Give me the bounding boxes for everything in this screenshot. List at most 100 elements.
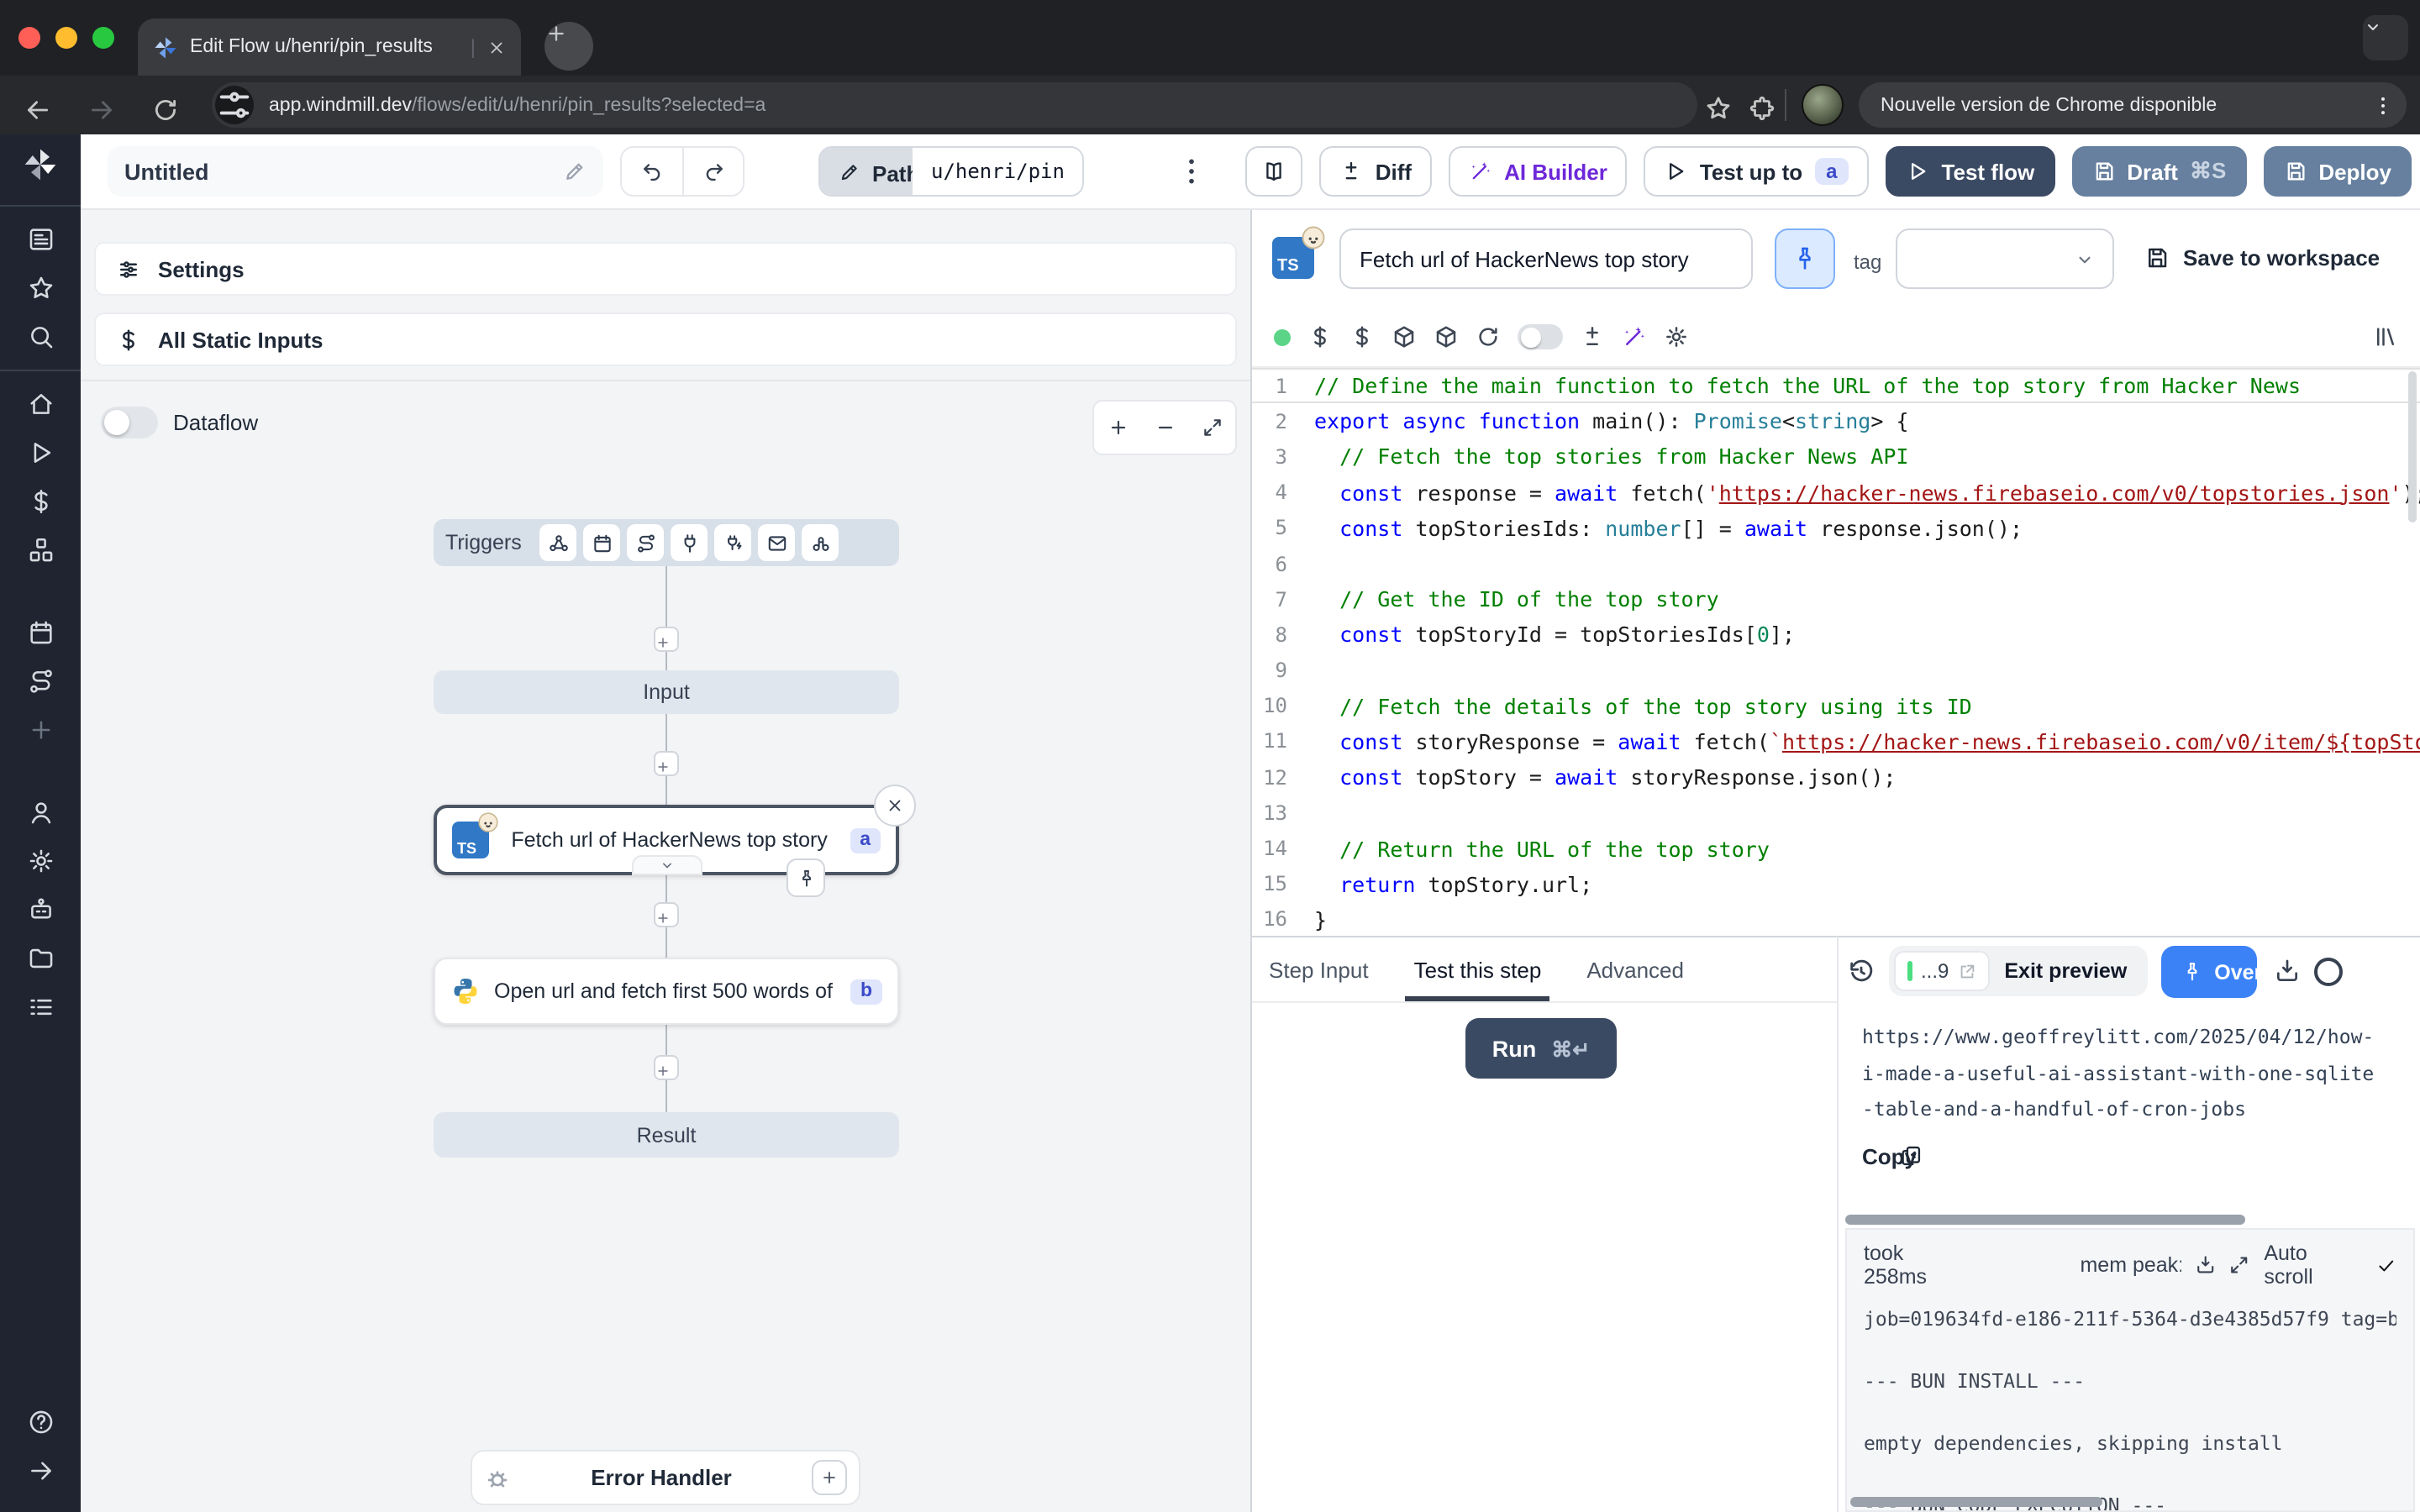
add-error-handler-button[interactable] xyxy=(812,1460,847,1495)
sidebar-item-play[interactable] xyxy=(12,428,69,477)
sidebar-item-boxes[interactable] xyxy=(12,526,69,575)
add-step-button[interactable] xyxy=(654,751,679,776)
trigger-webhook-button[interactable] xyxy=(540,524,577,561)
sidebar-item-feed[interactable] xyxy=(12,215,69,264)
code-line[interactable]: 7 // Get the ID of the top story xyxy=(1252,581,2420,617)
more-options-button[interactable] xyxy=(1176,155,1209,188)
sidebar-item-star[interactable] xyxy=(12,264,69,312)
sidebar-item-home[interactable] xyxy=(12,380,69,428)
code-line[interactable]: 11 const storyResponse = await fetch(`ht… xyxy=(1252,724,2420,759)
flow-name-box[interactable]: Untitled xyxy=(108,146,603,197)
ai-builder-button[interactable]: AI Builder xyxy=(1449,146,1628,197)
job-badge[interactable]: ...9 xyxy=(1894,951,1989,991)
browser-menu-icon[interactable] xyxy=(2371,93,2395,117)
trigger-plug-button[interactable] xyxy=(671,524,708,561)
variables-button[interactable] xyxy=(1307,324,1333,349)
diff-button[interactable]: Diff xyxy=(1320,146,1432,197)
settings-row[interactable]: Settings xyxy=(94,242,1237,296)
step-node-a[interactable]: TS Fetch url of HackerNews top story a xyxy=(434,805,899,875)
expand-logs-icon[interactable] xyxy=(2229,1253,2250,1277)
triggers-node[interactable]: Triggers xyxy=(434,519,899,566)
trigger-calendar-button[interactable] xyxy=(584,524,621,561)
code-line[interactable]: 10 // Fetch the details of the top story… xyxy=(1252,688,2420,723)
sidebar-item-route[interactable] xyxy=(12,657,69,706)
check-icon[interactable] xyxy=(2376,1254,2396,1276)
clipped-icon[interactable] xyxy=(2313,957,2342,985)
horizontal-scrollbar[interactable] xyxy=(1845,1215,2245,1225)
sidebar-item-list[interactable] xyxy=(12,983,69,1032)
input-node[interactable]: Input xyxy=(434,670,899,714)
sidebar-item-search[interactable] xyxy=(12,312,69,361)
library-button[interactable] xyxy=(2373,324,2398,349)
dataflow-toggle[interactable] xyxy=(101,407,158,438)
pencil-icon[interactable] xyxy=(563,160,587,183)
trigger-poll-button[interactable] xyxy=(802,524,839,561)
sidebar-item-help[interactable] xyxy=(12,1398,69,1446)
redo-button[interactable] xyxy=(682,148,743,195)
download-result-icon[interactable] xyxy=(2273,958,2300,984)
extensions-icon[interactable] xyxy=(1748,94,1776,123)
download-logs-icon[interactable] xyxy=(2194,1253,2215,1277)
result-node[interactable]: Result xyxy=(434,1112,899,1158)
zoom-in-button[interactable] xyxy=(1107,417,1128,438)
delete-step-button[interactable] xyxy=(874,785,916,827)
static-inputs-row[interactable]: All Static Inputs xyxy=(94,312,1237,366)
editor-settings-button[interactable] xyxy=(1664,324,1689,349)
add-step-button[interactable] xyxy=(654,902,679,927)
browser-tab[interactable]: Edit Flow u/henri/pin_results | xyxy=(138,18,521,76)
lockfile-button[interactable] xyxy=(1434,324,1459,349)
code-line[interactable]: 1// Define the main function to fetch th… xyxy=(1252,368,2420,403)
pin-step-button[interactable] xyxy=(1775,228,1835,289)
sidebar-item-gear[interactable] xyxy=(12,837,69,885)
sidebar-item-folder[interactable] xyxy=(12,934,69,983)
reset-button[interactable] xyxy=(1476,324,1501,349)
tab-step-input[interactable]: Step Input xyxy=(1269,958,1369,1001)
sidebar-item-dollar[interactable] xyxy=(12,477,69,526)
test-flow-button[interactable]: Test flow xyxy=(1886,146,2055,197)
code-line[interactable]: 2export async function main(): Promise<s… xyxy=(1252,403,2420,438)
chrome-update-button[interactable]: Nouvelle version de Chrome disponible xyxy=(1859,82,2407,128)
code-line[interactable]: 9 xyxy=(1252,653,2420,688)
fit-view-button[interactable] xyxy=(1201,417,1223,438)
close-window-button[interactable] xyxy=(18,27,40,49)
path-group[interactable]: Path u/henri/pin xyxy=(818,146,1085,197)
tab-test-this-step[interactable]: Test this step xyxy=(1414,958,1542,1001)
code-line[interactable]: 12 const topStory = await storyResponse.… xyxy=(1252,759,2420,795)
step-name-input[interactable] xyxy=(1339,228,1753,289)
pinned-indicator[interactable] xyxy=(786,858,825,897)
package-button[interactable] xyxy=(1392,324,1417,349)
trigger-mail-button[interactable] xyxy=(759,524,796,561)
tab-advanced[interactable]: Advanced xyxy=(1586,958,1684,1001)
editor-scrollbar[interactable] xyxy=(2408,371,2417,522)
code-line[interactable]: 4 const response = await fetch('https://… xyxy=(1252,475,2420,510)
code-line[interactable]: 3 // Fetch the top stories from Hacker N… xyxy=(1252,439,2420,475)
copy-button[interactable]: Copy xyxy=(1839,1128,2420,1182)
back-button[interactable] xyxy=(24,96,52,124)
diff-mode-button[interactable] xyxy=(1580,324,1605,349)
url-text[interactable]: app.windmill.dev/flows/edit/u/henri/pin_… xyxy=(269,95,765,115)
horizontal-scrollbar[interactable] xyxy=(1850,1497,2102,1507)
exit-preview-button[interactable]: Exit preview xyxy=(2004,959,2142,983)
test-up-to-button[interactable]: Test up toa xyxy=(1644,146,1870,197)
draft-button[interactable]: Draft⌘S xyxy=(2071,146,2246,197)
window-controls[interactable] xyxy=(18,27,114,49)
run-button[interactable]: Run ⌘↵ xyxy=(1465,1018,1617,1079)
step-node-b[interactable]: Open url and fetch first 500 words of ..… xyxy=(434,958,899,1025)
code-line[interactable]: 8 const topStoryId = topStoriesIds[0]; xyxy=(1252,617,2420,653)
code-editor[interactable]: 1// Define the main function to fetch th… xyxy=(1252,366,2420,936)
minimize-window-button[interactable] xyxy=(55,27,77,49)
sidebar-item-calendar[interactable] xyxy=(12,608,69,657)
forward-button[interactable] xyxy=(87,96,116,124)
zoom-out-button[interactable] xyxy=(1154,417,1176,438)
sidebar-item-plus[interactable] xyxy=(12,706,69,754)
docs-button[interactable] xyxy=(1246,146,1303,197)
add-step-button[interactable] xyxy=(654,627,679,652)
deploy-button[interactable]: Deploy xyxy=(2263,146,2412,197)
maximize-window-button[interactable] xyxy=(92,27,114,49)
tag-select[interactable] xyxy=(1896,228,2114,289)
code-line[interactable]: 14 // Return the URL of the top story xyxy=(1252,831,2420,866)
code-line[interactable]: 13 xyxy=(1252,795,2420,831)
save-to-workspace-button[interactable]: Save to workspace xyxy=(2144,245,2380,270)
add-step-button[interactable] xyxy=(654,1055,679,1080)
trigger-route-button[interactable] xyxy=(628,524,665,561)
